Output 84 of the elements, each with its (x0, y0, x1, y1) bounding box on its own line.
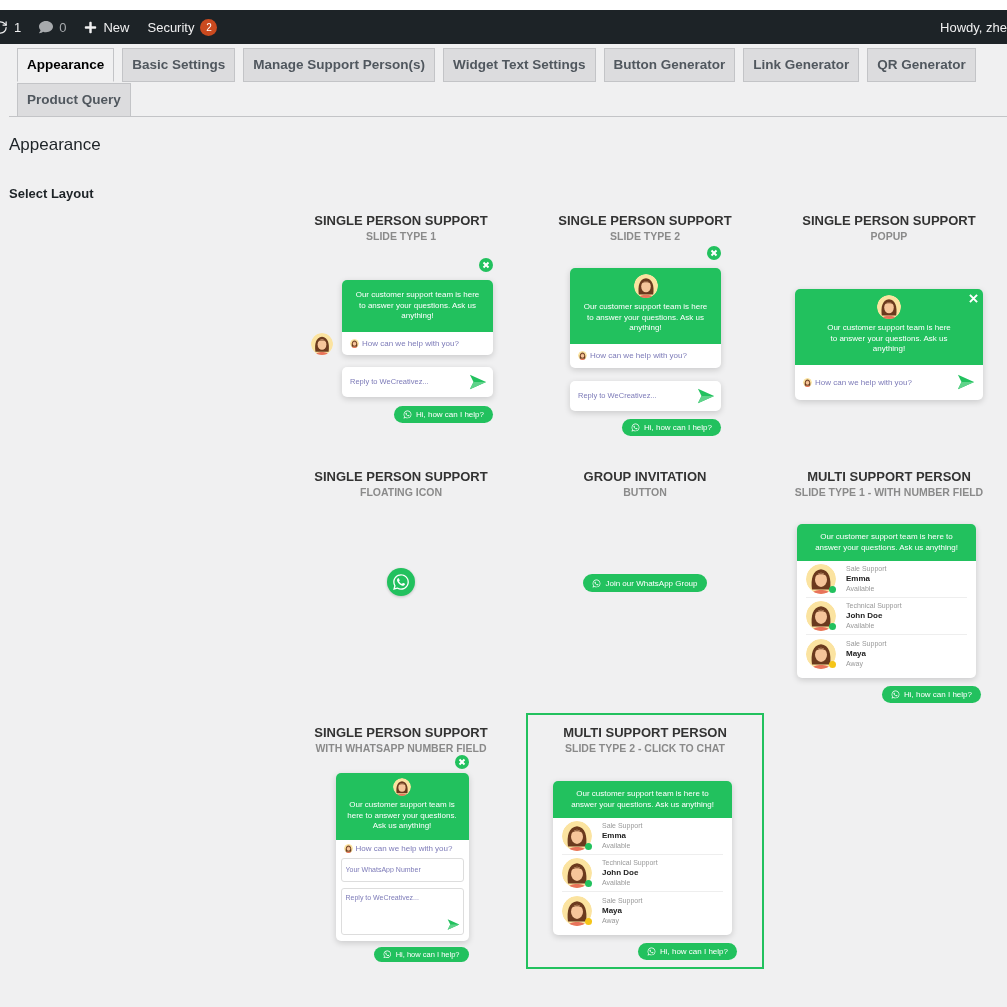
updates-count[interactable]: 1 (14, 19, 22, 35)
layout-subtitle: SLIDE TYPE 1 - WITH NUMBER FIELD (794, 485, 984, 499)
nav-tab[interactable]: Link Generator (743, 48, 860, 82)
whatsapp-icon (890, 690, 900, 699)
layout-option[interactable]: GROUP INVITATION BUTTON Join our WhatsApp Group (526, 457, 764, 713)
avatar-icon (562, 821, 592, 851)
layout-title: SINGLE PERSON SUPPORT (314, 213, 488, 229)
layout-title: GROUP INVITATION (583, 469, 707, 485)
layout-title: SINGLE PERSON SUPPORT (802, 213, 976, 229)
layout-title: SINGLE PERSON SUPPORT (558, 213, 732, 229)
layout-subtitle: POPUP (870, 229, 908, 243)
avatar-icon (806, 638, 836, 669)
section-label: Select Layout (9, 185, 95, 203)
avatar-icon (393, 778, 411, 796)
avatar-icon (877, 295, 901, 319)
layout-option[interactable] (526, 713, 764, 969)
person-name: Maya (846, 648, 867, 659)
prompt-text: How can we help with you? (362, 338, 460, 348)
layout-title: SINGLE PERSON SUPPORT (314, 469, 488, 485)
person-name: John Doe (602, 868, 640, 878)
nav-tab[interactable]: Product Query (17, 83, 131, 117)
layout-subtitle: BUTTON (623, 485, 667, 499)
close-icon[interactable] (969, 294, 978, 303)
nav-tab[interactable]: Widget Text Settings (443, 48, 596, 82)
nav-tab[interactable]: Basic Settings (122, 48, 236, 82)
avatar-icon (562, 858, 592, 888)
send-icon[interactable] (957, 373, 975, 391)
whatsapp-icon (383, 949, 392, 959)
layout-title: MULTI SUPPORT PERSON (807, 469, 971, 485)
close-icon[interactable] (707, 246, 721, 260)
layout-subtitle: SLIDE TYPE 2 - CLICK TO CHAT (564, 741, 725, 755)
page-heading: Appearance (9, 135, 102, 155)
avatar-icon (806, 601, 836, 631)
support-message: Our customer support team is here to answer your questions. Ask us anything! (570, 789, 715, 810)
support-message: Our customer support team is here to answer your questions. Ask us anything! (582, 302, 709, 334)
layout-option[interactable]: SINGLE PERSON SUPPORT FLOATING ICON (282, 457, 520, 713)
support-message: Our customer support team is here to answer your questions. Ask us anything! (814, 532, 959, 553)
close-icon[interactable] (454, 755, 469, 769)
new-link[interactable]: New (103, 19, 130, 35)
nav-tab[interactable]: Appearance (17, 48, 115, 82)
avatar-icon (562, 895, 592, 926)
nav-tab[interactable]: Button Generator (603, 48, 736, 82)
avatar-icon (350, 338, 359, 348)
whatsapp-icon (630, 422, 640, 432)
layout-subtitle: FLOATING ICON (359, 485, 442, 499)
whatsapp-icon (392, 573, 410, 591)
prompt-text: How can we help with you? (590, 351, 688, 360)
whatsapp-icon (402, 409, 412, 419)
layout-subtitle: SLIDE TYPE 1 (366, 229, 436, 243)
person-name: John Doe (846, 611, 884, 621)
avatar-icon (343, 844, 353, 853)
layout-subtitle: SLIDE TYPE 2 (610, 229, 680, 243)
close-icon[interactable] (479, 258, 493, 272)
notification-badge: 2 (200, 18, 218, 36)
whatsapp-icon (592, 578, 602, 588)
support-message: Our customer support team is here to answer your questions. Ask us anything! (826, 323, 952, 355)
support-message: Our customer support team is here to answer your questions. Ask us anything! (346, 800, 458, 832)
layout-title: SINGLE PERSON SUPPORT (314, 725, 488, 741)
prompt-text: How can we help with you? (355, 844, 454, 853)
whatsapp-icon (646, 947, 656, 956)
send-icon[interactable] (697, 386, 715, 405)
plus-icon[interactable] (84, 20, 98, 34)
send-icon[interactable] (446, 917, 460, 931)
prompt-text: How can we help with you? (815, 377, 913, 387)
security-link[interactable]: Security (147, 19, 195, 35)
support-message: Our customer support team is here to answer your questions. Ask us anything! (354, 290, 481, 322)
avatar-icon (633, 274, 658, 298)
whatsapp-button[interactable] (387, 568, 415, 596)
person-name: Emma (846, 574, 871, 584)
layout-title: MULTI SUPPORT PERSON (563, 725, 727, 741)
user-greeting[interactable]: Howdy, zhe (940, 19, 1007, 35)
avatar-icon (578, 351, 587, 360)
comments-count[interactable]: 0 (59, 19, 67, 35)
layout-subtitle: WITH WHATSAPP NUMBER FIELD (315, 741, 487, 755)
person-name: Maya (602, 905, 623, 916)
avatar-icon (803, 377, 812, 387)
avatar-icon (311, 332, 333, 355)
person-name: Emma (602, 831, 627, 841)
avatar-icon (806, 564, 836, 594)
layout-option[interactable]: SINGLE PERSON SUPPORT POPUP Our customer support team is here to answer your questions. Ask us anything! How can we help with you? (770, 201, 1007, 457)
comment-icon[interactable] (39, 20, 54, 34)
send-icon[interactable] (469, 372, 487, 391)
nav-tab[interactable]: QR Generator (867, 48, 976, 82)
nav-tab[interactable]: Manage Support Person(s) (243, 48, 436, 82)
